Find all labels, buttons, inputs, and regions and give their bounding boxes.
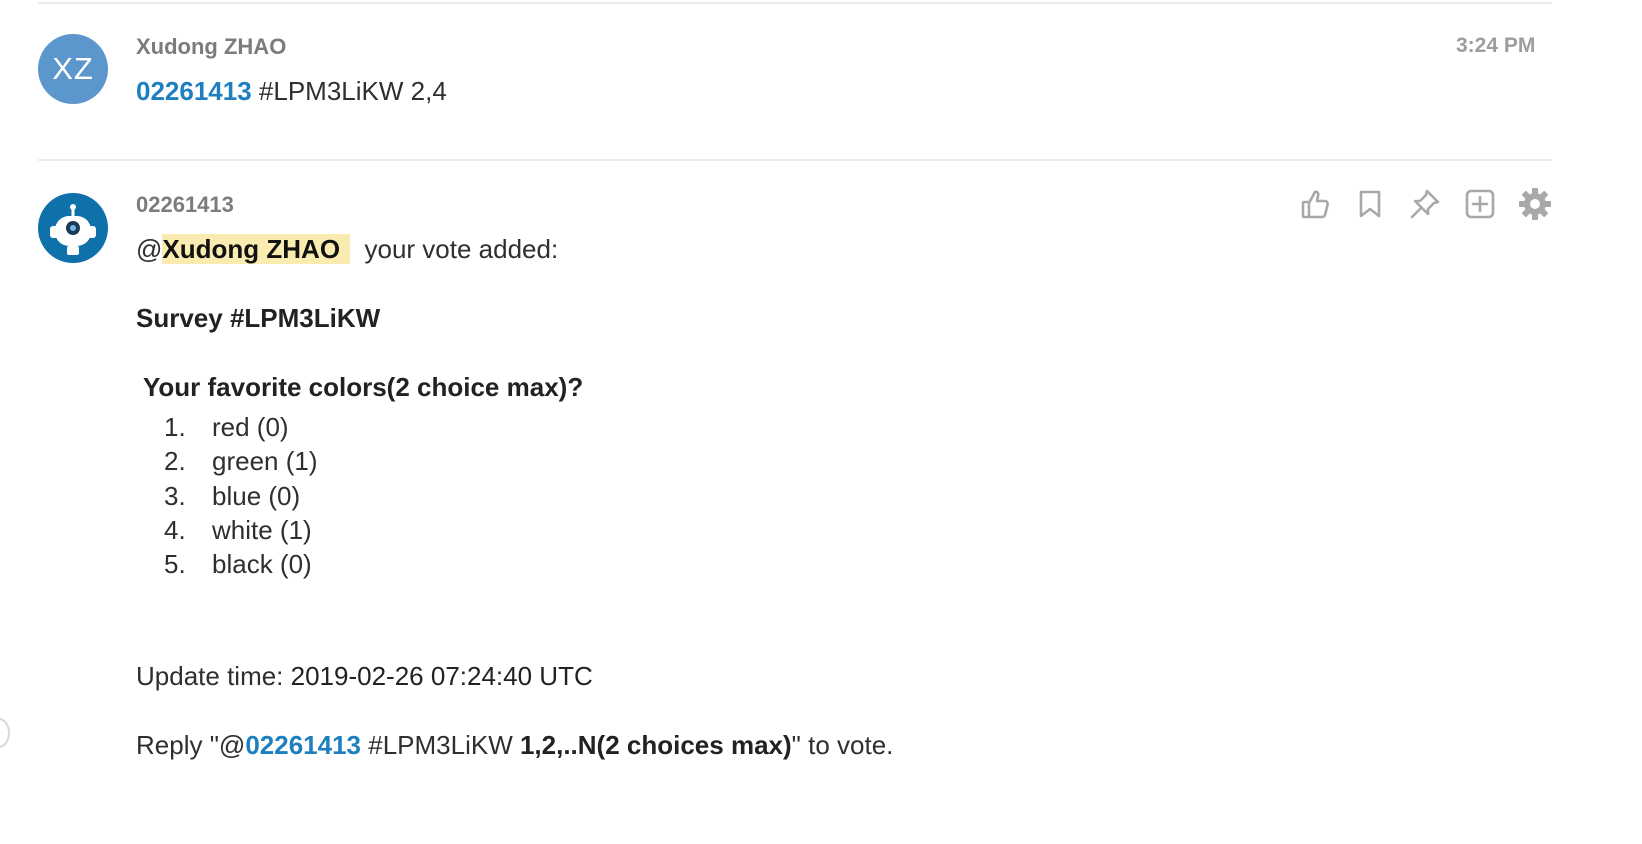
option-number: 2. xyxy=(164,446,186,477)
pin-icon[interactable] xyxy=(1408,185,1442,223)
survey-title: Survey #LPM3LiKW xyxy=(136,303,381,333)
survey-options: 1. red (0) 2. green (1) 3. blue (0) 4. white… xyxy=(136,410,1436,581)
message-sender[interactable]: 02261413 xyxy=(136,192,234,218)
gear-icon[interactable] xyxy=(1518,185,1552,223)
option-label: white (1) xyxy=(212,514,312,545)
user-mention[interactable]: Xudong ZHAO xyxy=(162,234,351,264)
thumbs-up-icon[interactable] xyxy=(1298,185,1332,223)
message-text-rest: #LPM3LiKW 2,4 xyxy=(251,76,447,106)
bookmark-icon[interactable] xyxy=(1353,185,1387,223)
reply-instructions: Reply "@02261413 #LPM3LiKW 1,2,..N(2 cho… xyxy=(136,728,1436,762)
message-timestamp: 3:24 PM xyxy=(1456,34,1536,57)
list-item: 2. green (1) xyxy=(136,444,1436,478)
option-number: 4. xyxy=(164,514,186,545)
option-label: green (1) xyxy=(212,446,318,477)
option-label: blue (0) xyxy=(212,480,301,511)
survey-question: Your favorite colors(2 choice max)? xyxy=(143,372,584,402)
message-actions xyxy=(1298,185,1552,223)
option-label: black (0) xyxy=(212,549,312,580)
reply-tag: #LPM3LiKW xyxy=(361,730,520,761)
update-time-value: 2019-02-26 07:24:40 UTC xyxy=(290,661,593,692)
scroll-handle[interactable] xyxy=(0,718,10,748)
list-item: 4. white (1) xyxy=(136,513,1436,547)
bot-avatar[interactable] xyxy=(38,193,108,263)
mention-link[interactable]: 02261413 xyxy=(245,730,361,760)
divider-messages xyxy=(38,159,1552,161)
reply-suffix: " to vote. xyxy=(791,730,894,761)
option-label: red (0) xyxy=(212,412,289,442)
option-number: 1. xyxy=(164,412,186,442)
avatar-initials: XZ xyxy=(52,51,94,86)
option-number: 3. xyxy=(164,480,186,511)
update-time: Update time: 2019-02-26 07:24:40 UTC xyxy=(136,659,1436,693)
divider-top xyxy=(38,2,1552,4)
robot-icon xyxy=(50,204,96,255)
mention-prefix: @ xyxy=(136,234,163,264)
mention-suffix: your vote added: xyxy=(364,234,559,264)
message-body: @Xudong ZHAO your vote added: Survey #LP… xyxy=(136,232,1436,762)
mention-link[interactable]: 02261413 xyxy=(136,76,252,106)
add-reaction-icon[interactable] xyxy=(1463,185,1497,223)
list-item: 3. blue (0) xyxy=(136,479,1436,513)
message-sender[interactable]: Xudong ZHAO xyxy=(136,34,286,60)
reply-prefix: Reply "@ xyxy=(136,730,246,761)
avatar[interactable]: XZ xyxy=(38,34,108,104)
update-time-label: Update time: xyxy=(136,661,291,692)
option-number: 5. xyxy=(164,549,186,580)
reply-format: 1,2,..N(2 choices max) xyxy=(519,730,792,761)
message-text: 02261413 #LPM3LiKW 2,4 xyxy=(136,76,447,107)
mention-line: @Xudong ZHAO your vote added: xyxy=(136,232,1436,266)
list-item: 1. red (0) xyxy=(136,410,1436,444)
list-item: 5. black (0) xyxy=(136,547,1436,581)
